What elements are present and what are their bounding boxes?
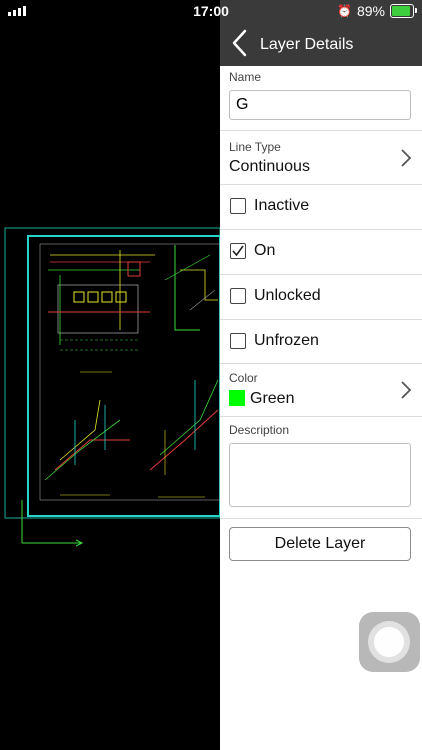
checkmark-icon bbox=[232, 245, 244, 257]
on-toggle-row[interactable]: On bbox=[220, 230, 422, 274]
back-button[interactable] bbox=[228, 28, 252, 58]
panel-title: Layer Details bbox=[260, 36, 354, 53]
color-swatch bbox=[229, 390, 245, 406]
line-type-value: Continuous bbox=[229, 158, 310, 175]
unlocked-toggle-row[interactable]: Unlocked bbox=[220, 275, 422, 319]
battery-icon bbox=[390, 4, 417, 18]
inactive-label: Inactive bbox=[254, 197, 310, 214]
cad-drawing-canvas[interactable] bbox=[0, 0, 220, 750]
delete-layer-button[interactable]: Delete Layer bbox=[229, 527, 411, 561]
description-field[interactable] bbox=[229, 443, 411, 507]
unfrozen-label: Unfrozen bbox=[254, 332, 319, 349]
line-type-row[interactable]: Line Type Continuous bbox=[220, 131, 422, 184]
chevron-left-icon bbox=[232, 29, 247, 57]
color-label: Color bbox=[229, 371, 258, 385]
description-label: Description bbox=[229, 423, 290, 437]
inactive-toggle-row[interactable]: Inactive bbox=[220, 185, 422, 229]
divider bbox=[220, 416, 422, 417]
on-checkbox[interactable] bbox=[230, 243, 246, 259]
inactive-checkbox[interactable] bbox=[230, 198, 246, 214]
color-row[interactable]: Color Green bbox=[220, 364, 422, 416]
assistive-touch-center bbox=[374, 627, 404, 657]
name-label: Name bbox=[229, 70, 262, 84]
unlocked-label: Unlocked bbox=[254, 287, 321, 304]
unfrozen-checkbox[interactable] bbox=[230, 333, 246, 349]
battery-percent: 89% bbox=[356, 3, 385, 19]
on-label: On bbox=[254, 242, 276, 259]
cad-drawing bbox=[4, 227, 220, 547]
chevron-right-icon bbox=[401, 149, 412, 167]
divider bbox=[220, 518, 422, 519]
assistive-touch-button[interactable] bbox=[359, 612, 420, 672]
status-bar: 17:00 ⏰ 89% bbox=[0, 0, 422, 22]
name-field[interactable] bbox=[229, 90, 411, 120]
chevron-right-icon bbox=[401, 381, 412, 399]
alarm-icon: ⏰ bbox=[337, 4, 352, 18]
color-value: Green bbox=[250, 390, 295, 407]
unfrozen-toggle-row[interactable]: Unfrozen bbox=[220, 320, 422, 364]
line-type-label: Line Type bbox=[229, 140, 281, 154]
unlocked-checkbox[interactable] bbox=[230, 288, 246, 304]
